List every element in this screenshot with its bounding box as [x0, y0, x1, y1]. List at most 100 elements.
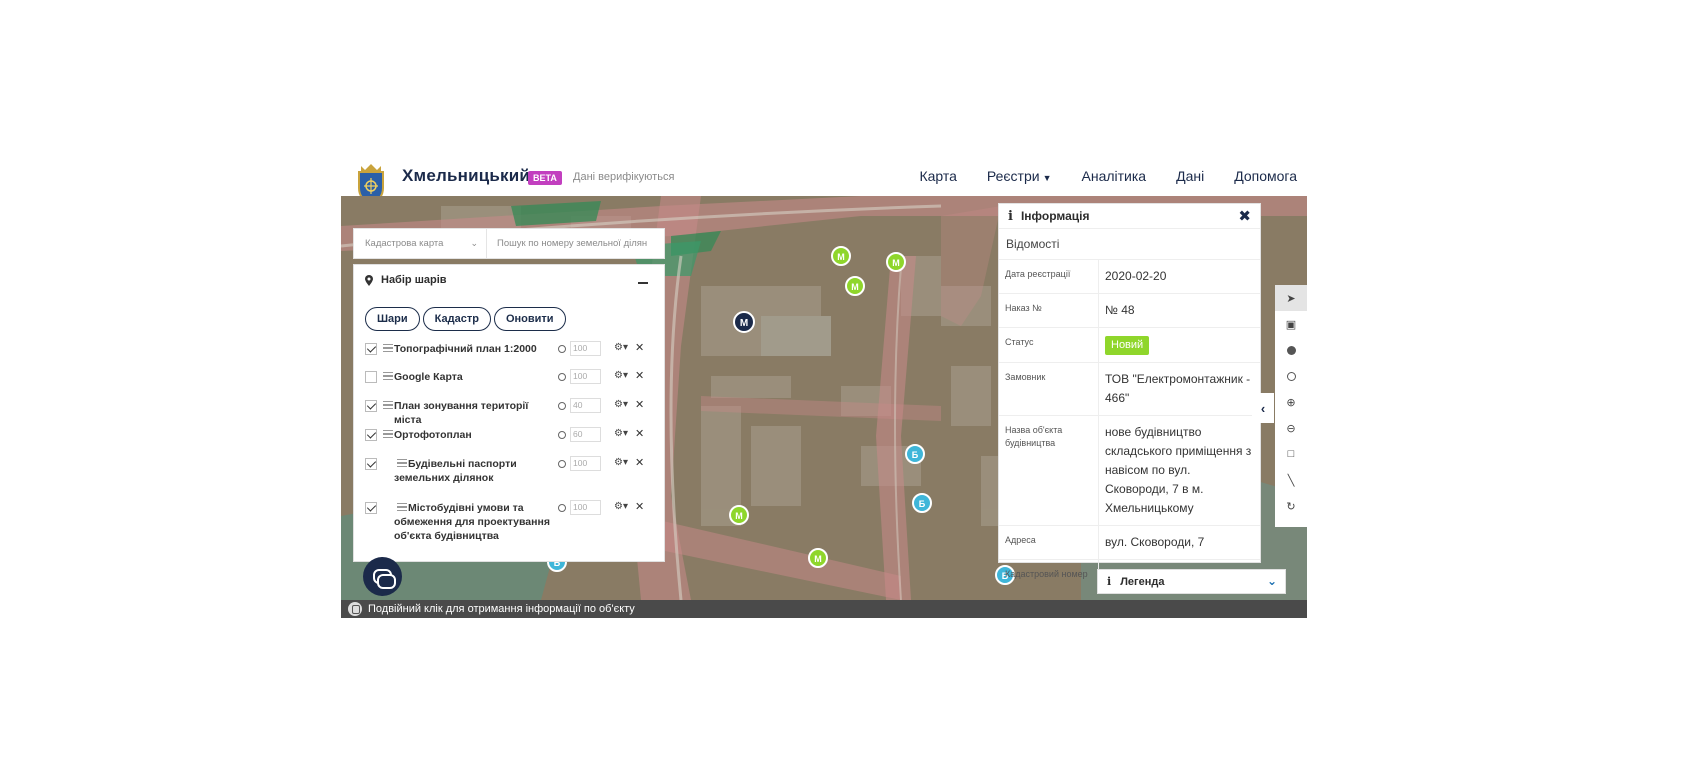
layer-checkbox[interactable] — [365, 429, 377, 441]
gear-icon[interactable]: ⚙▾ — [614, 399, 628, 410]
gear-icon[interactable]: ⚙▾ — [614, 457, 628, 468]
status-bar: Подвійний клік для отримання інформації … — [341, 600, 1307, 618]
info-value: вул. Сковороди, 7 — [1105, 535, 1205, 549]
map-marker-green[interactable]: М — [886, 252, 906, 272]
map-marker-blue[interactable]: Б — [912, 493, 932, 513]
map-marker-blue[interactable]: Б — [905, 444, 925, 464]
city-title[interactable]: Хмельницький — [402, 166, 530, 186]
area-select-button[interactable]: □ — [1275, 441, 1307, 467]
layer-checkbox[interactable] — [365, 502, 377, 514]
status-text: Подвійний клік для отримання інформації … — [368, 603, 635, 615]
map-marker-selected[interactable]: М — [733, 311, 755, 333]
layer-checkbox[interactable] — [365, 458, 377, 470]
layer-name: Ортофотоплан — [394, 429, 472, 441]
info-value: Новий — [1099, 328, 1260, 362]
refresh-button[interactable]: Оновити — [493, 307, 566, 331]
collapse-panel-button[interactable] — [638, 282, 648, 284]
opacity-input[interactable]: 60 — [570, 427, 601, 442]
cursor-icon: ➤ — [1286, 292, 1296, 305]
info-value: № 48 — [1105, 303, 1135, 317]
layer-checkbox[interactable] — [365, 400, 377, 412]
info-panel-title: Інформація — [1020, 209, 1090, 223]
remove-layer-button[interactable]: ✕ — [635, 456, 644, 469]
remove-layer-button[interactable]: ✕ — [635, 398, 644, 411]
remove-layer-button[interactable]: ✕ — [635, 427, 644, 440]
layers-button[interactable]: Шари — [365, 307, 420, 331]
opacity-control: 100 — [558, 369, 601, 384]
map-marker-green[interactable]: М — [845, 276, 865, 296]
nav-registries-label: Реєстри — [986, 168, 1040, 184]
info-row: Статус Новий — [999, 328, 1260, 363]
drag-handle-icon[interactable] — [383, 401, 393, 409]
info-label: Дата реєстрації — [999, 260, 1099, 293]
map-marker-green[interactable]: М — [808, 548, 828, 568]
drag-handle-icon[interactable] — [383, 430, 393, 438]
map-toolbar: ➤ ▣ ⊕ ⊖ □ ╲ ↻ — [1275, 285, 1307, 527]
close-icon[interactable]: ✖ — [1238, 207, 1251, 225]
map-marker-green[interactable]: М — [831, 246, 851, 266]
opacity-control: 100 — [558, 341, 601, 356]
layer-name: Містобудівні умови та обмеження для прое… — [394, 502, 550, 542]
zoom-out-button[interactable]: ⊖ — [1275, 415, 1307, 441]
beta-badge: BETA — [528, 171, 562, 185]
zoom-in-icon: ⊕ — [1286, 396, 1296, 409]
layer-checkbox[interactable] — [365, 371, 377, 383]
nav-registries[interactable]: Реєстри ▼ — [987, 168, 1052, 184]
layers-button-row: Шари Кадастр Оновити — [365, 307, 566, 331]
gear-icon[interactable]: ⚙▾ — [614, 370, 628, 381]
globe-icon — [1286, 371, 1296, 381]
nav-map[interactable]: Карта — [919, 168, 956, 184]
measure-tool-button[interactable]: ╲ — [1275, 467, 1307, 493]
cadastre-button[interactable]: Кадастр — [422, 307, 491, 331]
screenshot-tool-button[interactable]: ▣ — [1275, 311, 1307, 337]
layers-panel-header: Набір шарів — [365, 274, 447, 286]
refresh-tool-button[interactable]: ↻ — [1275, 493, 1307, 519]
opacity-input[interactable]: 40 — [570, 398, 601, 413]
cadastral-search-input[interactable]: Пошук по номеру земельної ділян — [487, 238, 647, 249]
opacity-input[interactable]: 100 — [570, 500, 601, 515]
opacity-input[interactable]: 100 — [570, 456, 601, 471]
drag-handle-icon[interactable] — [383, 344, 393, 352]
info-row: Адреса вул. Сковороди, 7 — [999, 526, 1260, 560]
opacity-input[interactable]: 100 — [570, 369, 601, 384]
info-tool-button[interactable] — [1275, 337, 1307, 363]
main-nav: Карта Реєстри ▼ Аналітика Дані Допомога — [919, 168, 1297, 184]
nav-help[interactable]: Допомога — [1234, 168, 1297, 184]
info-value: 2020-02-20 — [1105, 269, 1167, 283]
chevron-down-icon: ▼ — [1042, 173, 1052, 183]
layer-name: Топографічний план 1:2000 — [394, 343, 537, 355]
layer-checkbox[interactable] — [365, 343, 377, 355]
remove-layer-button[interactable]: ✕ — [635, 500, 644, 513]
map-marker-green[interactable]: М — [729, 505, 749, 525]
nav-data[interactable]: Дані — [1176, 168, 1204, 184]
ruler-icon: ╲ — [1287, 474, 1295, 487]
layers-panel: Набір шарів Шари Кадастр Оновити Топогра… — [353, 264, 665, 562]
gear-icon[interactable]: ⚙▾ — [614, 342, 628, 353]
info-row: Замовник ТОВ "Електромонтажник - 466" — [999, 363, 1260, 416]
chat-button[interactable] — [363, 557, 402, 596]
opacity-control: 100 — [558, 456, 601, 471]
info-label: Статус — [999, 328, 1099, 362]
remove-layer-button[interactable]: ✕ — [635, 341, 644, 354]
opacity-input[interactable]: 100 — [570, 341, 601, 356]
nav-analytics[interactable]: Аналітика — [1082, 168, 1147, 184]
info-label: Замовник — [999, 363, 1099, 415]
zoom-in-button[interactable]: ⊕ — [1275, 389, 1307, 415]
map-type-select[interactable]: Кадастрова карта ⌄ — [354, 229, 487, 258]
layer-name: Будівельні паспорти земельних ділянок — [394, 458, 517, 484]
layers-tool-button[interactable] — [1275, 363, 1307, 389]
info-panel: i Інформація ✖ Відомості Дата реєстрації… — [998, 203, 1261, 593]
remove-layer-button[interactable]: ✕ — [635, 369, 644, 382]
gear-icon[interactable]: ⚙▾ — [614, 501, 628, 512]
select-tool-button[interactable]: ➤ — [1275, 285, 1307, 311]
verify-note: Дані верифікуються — [573, 171, 675, 183]
drag-handle-icon[interactable] — [383, 372, 393, 380]
legend-panel[interactable]: i Легенда ⌄ — [1097, 569, 1286, 594]
opacity-icon — [558, 430, 566, 439]
gear-icon[interactable]: ⚙▾ — [614, 428, 628, 439]
info-panel-header: i Інформація — [999, 204, 1260, 228]
panel-toggle-button[interactable]: ‹ — [1252, 393, 1274, 423]
info-value: ТОВ "Електромонтажник - 466" — [1105, 372, 1251, 405]
marker-letter: Б — [919, 499, 926, 509]
info-icon: i — [1008, 208, 1013, 224]
